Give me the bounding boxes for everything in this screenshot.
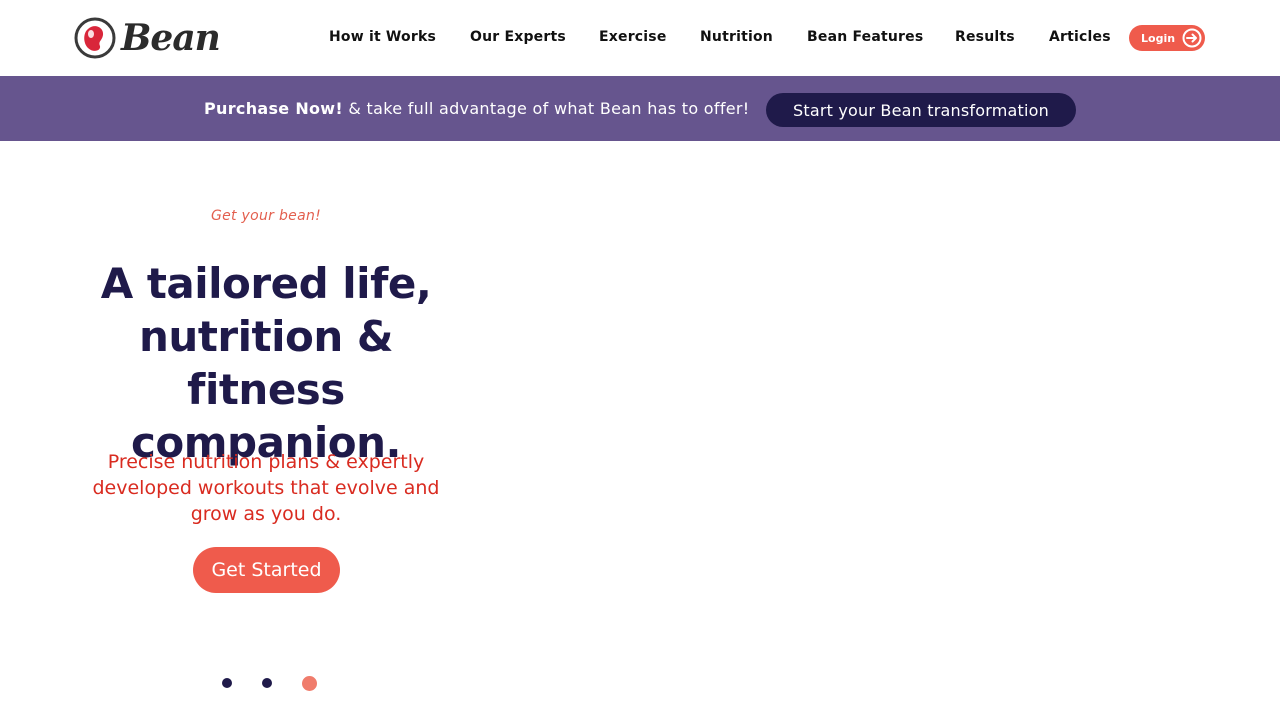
nav-nutrition[interactable]: Nutrition [700,26,773,48]
login-button[interactable]: Login [1129,25,1205,51]
nav-results[interactable]: Results [955,26,1015,48]
site-header: Bean How it Works Our Experts Exercise N… [0,0,1280,76]
nav-our-experts[interactable]: Our Experts [470,26,566,48]
carousel-dot-3-active[interactable] [302,676,317,691]
hero-headline: A tailored life, nutrition & fitness com… [100,259,432,467]
nav-exercise[interactable]: Exercise [599,26,667,48]
hero-subtext: Precise nutrition plans & expertly devel… [92,451,440,525]
carousel-dot-1[interactable] [222,678,232,688]
promo-message: Purchase Now! & take full advantage of w… [204,98,750,120]
hero-eyebrow: Get your bean! [210,208,322,224]
nav-articles[interactable]: Articles [1049,26,1111,48]
nav-how-it-works[interactable]: How it Works [329,26,436,48]
nav-bean-features[interactable]: Bean Features [807,26,923,48]
arrow-right-circle-icon [1182,28,1202,48]
promo-bold-text: Purchase Now! [204,99,343,118]
main-nav: How it Works Our Experts Exercise Nutrit… [0,26,1280,48]
start-transformation-button[interactable]: Start your Bean transformation [766,93,1076,127]
promo-bar: Purchase Now! & take full advantage of w… [0,76,1280,141]
promo-text: & take full advantage of what Bean has t… [343,99,750,118]
login-label: Login [1141,31,1176,45]
carousel-dot-2[interactable] [262,678,272,688]
get-started-button[interactable]: Get Started [193,547,340,593]
